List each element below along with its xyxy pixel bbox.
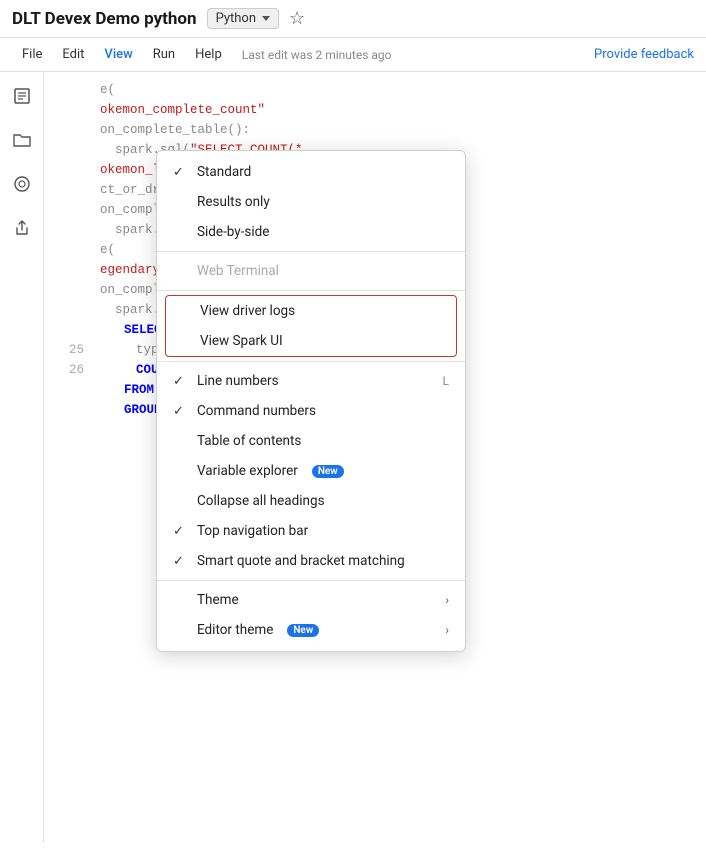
last-edit-label: Last edit was 2 minutes ago (242, 48, 594, 62)
language-label: Python (216, 11, 256, 26)
menu-command-numbers[interactable]: ✓ Command numbers (157, 396, 465, 426)
menu-web-terminal-label: Web Terminal (197, 263, 279, 279)
menu-table-of-contents-label: Table of contents (197, 433, 301, 449)
menu-collapse-headings-label: Collapse all headings (197, 493, 325, 509)
menu-theme-label: Theme (197, 592, 239, 608)
menu-side-by-side-label: Side-by-side (197, 224, 269, 240)
menu-file[interactable]: File (12, 41, 52, 68)
divider-1 (157, 251, 465, 252)
menu-help[interactable]: Help (185, 41, 232, 68)
menu-view-driver-logs[interactable]: View driver logs (166, 296, 456, 326)
menu-view-spark-ui-label: View Spark UI (200, 333, 283, 349)
menu-view-driver-logs-label: View driver logs (200, 303, 295, 319)
check-icon: ✓ (173, 165, 189, 180)
menu-line-numbers[interactable]: ✓ Line numbers L (157, 366, 465, 396)
star-icon[interactable]: ☆ (289, 8, 305, 29)
menu-line-numbers-label: Line numbers (197, 373, 279, 389)
menu-edit[interactable]: Edit (52, 41, 94, 68)
menu-standard[interactable]: ✓ Standard (157, 157, 465, 187)
chevron-down-icon (262, 16, 270, 21)
folder-icon[interactable] (8, 126, 36, 154)
divider-3 (157, 361, 465, 362)
share-icon[interactable] (8, 214, 36, 242)
menu-top-nav-bar-label: Top navigation bar (197, 523, 308, 539)
menu-variable-explorer[interactable]: Variable explorer New (157, 456, 465, 486)
language-selector[interactable]: Python (207, 8, 279, 29)
menu-results-only-label: Results only (197, 194, 270, 210)
menu-top-nav-bar[interactable]: ✓ Top navigation bar (157, 516, 465, 546)
editor-theme-badge: New (287, 624, 319, 637)
main-layout: e( okemon_complete_count" on_complete_ta… (0, 72, 706, 842)
app-title: DLT Devex Demo python (12, 9, 197, 29)
menu-results-only[interactable]: Results only (157, 187, 465, 217)
menu-table-of-contents[interactable]: Table of contents (157, 426, 465, 456)
menu-editor-theme-label: Editor theme (197, 622, 273, 638)
provide-feedback-link[interactable]: Provide feedback (594, 47, 694, 62)
check-icon: ✓ (173, 374, 189, 389)
check-icon: ✓ (173, 404, 189, 419)
view-dropdown-menu: ✓ Standard Results only Side-by-side Web… (156, 150, 466, 652)
notebook-icon[interactable] (8, 82, 36, 110)
menu-smart-quote-label: Smart quote and bracket matching (197, 553, 405, 569)
variable-explorer-badge: New (312, 465, 344, 478)
arrow-icon: › (445, 623, 449, 637)
menu-view[interactable]: View (94, 41, 142, 68)
sidebar (0, 72, 44, 842)
check-icon: ✓ (173, 554, 189, 569)
header: DLT Devex Demo python Python ☆ (0, 0, 706, 38)
menu-editor-theme[interactable]: Editor theme New › (157, 615, 465, 645)
divider-4 (157, 580, 465, 581)
menu-run[interactable]: Run (143, 41, 185, 68)
menu-side-by-side[interactable]: Side-by-side (157, 217, 465, 247)
content-area: e( okemon_complete_count" on_complete_ta… (44, 72, 706, 842)
menu-collapse-headings[interactable]: Collapse all headings (157, 486, 465, 516)
package-icon[interactable] (8, 170, 36, 198)
menu-theme[interactable]: Theme › (157, 585, 465, 615)
line-numbers-shortcut: L (443, 374, 449, 388)
menu-view-spark-ui[interactable]: View Spark UI (166, 326, 456, 356)
driver-logs-section: View driver logs View Spark UI (165, 295, 457, 357)
menu-command-numbers-label: Command numbers (197, 403, 316, 419)
menubar: File Edit View Run Help Last edit was 2 … (0, 38, 706, 72)
divider-2 (157, 290, 465, 291)
check-icon: ✓ (173, 524, 189, 539)
menu-variable-explorer-label: Variable explorer (197, 463, 298, 479)
menu-web-terminal: Web Terminal (157, 256, 465, 286)
menu-smart-quote[interactable]: ✓ Smart quote and bracket matching (157, 546, 465, 576)
arrow-icon: › (445, 593, 449, 607)
menu-standard-label: Standard (197, 164, 251, 180)
